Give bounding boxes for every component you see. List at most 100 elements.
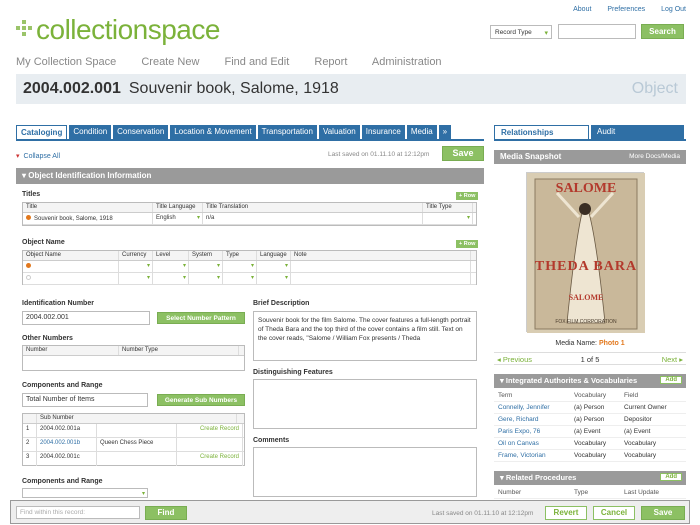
procedures-header[interactable]: ▾ Related Procedures Add — [494, 471, 686, 485]
vocabulary-value: (a) Person — [574, 416, 605, 423]
save-button[interactable]: Save — [442, 146, 484, 161]
tab-transportation[interactable]: Transportation — [257, 125, 317, 140]
bottom-last-saved-text: Last saved on 01.11.10 at 12:12pm — [432, 510, 534, 517]
bottom-save-button[interactable]: Save — [641, 506, 685, 520]
radio-icon[interactable] — [26, 275, 31, 280]
authorities-add-button[interactable]: Add — [660, 376, 682, 384]
find-button[interactable]: Find — [145, 506, 187, 520]
row-index: 3 — [23, 452, 37, 466]
tab-condition[interactable]: Condition — [69, 125, 112, 140]
cancel-button[interactable]: Cancel — [593, 506, 635, 520]
table-row[interactable]: ▾ ▾ ▾ ▾ ▾ — [23, 261, 476, 273]
titles-table: Title Title Language Title Translation T… — [22, 202, 477, 226]
tab-valuation[interactable]: Valuation — [318, 125, 360, 140]
total-items-label: Total Number of Items — [26, 396, 95, 403]
col-vocabulary: Vocabulary — [574, 392, 607, 399]
term-link[interactable]: Oil on Canvas — [494, 440, 570, 447]
col-level: Level — [153, 251, 189, 260]
row-index: 1 — [23, 424, 37, 437]
search-input[interactable] — [558, 24, 636, 39]
brief-description-textarea[interactable]: Souvenir book for the film Salome. The c… — [253, 311, 477, 361]
record-title-bar: 2004.002.001 Souvenir book, Salome, 1918 … — [16, 74, 686, 104]
term-link[interactable]: Gere, Richard — [494, 416, 570, 423]
table-row: 2 2004.002.001b Queen Chess Piece — [23, 438, 244, 452]
nav-create-new[interactable]: Create New — [141, 56, 199, 68]
nav-find-and-edit[interactable]: Find and Edit — [224, 56, 289, 68]
nav-my-collection-space[interactable]: My Collection Space — [16, 56, 116, 68]
components-range-select[interactable]: ▾ — [22, 488, 148, 498]
tab-cataloging[interactable]: Cataloging — [16, 125, 68, 140]
more-docs-media-link[interactable]: More Docs/Media — [629, 153, 680, 160]
object-name-add-row-button[interactable]: + Row — [456, 240, 479, 248]
table-row[interactable]: ▾ ▾ ▾ ▾ ▾ — [23, 273, 476, 285]
term-link[interactable]: Frame, Victorian — [494, 452, 570, 459]
distinguishing-features-label: Distinguishing Features — [253, 369, 333, 376]
col-object-name: Object Name — [23, 251, 119, 260]
tab-insurance[interactable]: Insurance — [361, 125, 405, 140]
table-row: Souvenir book, Salome, 1918 English ▾ n/a… — [23, 213, 476, 225]
record-type-select[interactable]: Record Type ▾ — [490, 25, 552, 39]
title-translation-cell[interactable]: n/a — [203, 213, 423, 224]
select-number-pattern-button[interactable]: Select Number Pattern — [157, 312, 245, 324]
chevron-down-icon: ▾ — [141, 491, 145, 497]
tab-location-movement[interactable]: Location & Movement — [170, 125, 256, 140]
vocabulary-value: (a) Event — [574, 428, 601, 435]
col-last-update: Last Update — [624, 489, 660, 496]
next-button[interactable]: Next ▸ — [662, 355, 683, 364]
procedures-table: Number Type Last Update — [494, 487, 686, 499]
authorities-title: Integrated Authorites & Vocabularies — [505, 376, 638, 385]
tab-conservation[interactable]: Conservation — [113, 125, 169, 140]
section-header[interactable]: ▾ Object Identification Information — [16, 168, 484, 184]
titles-add-row-button[interactable]: + Row — [456, 192, 479, 200]
create-record-link[interactable]: Create Record — [177, 424, 243, 437]
collapse-all[interactable]: ▾ Collapse All — [16, 152, 60, 160]
revert-button[interactable]: Revert — [545, 506, 587, 520]
col-number: Number — [23, 346, 119, 355]
nav-administration[interactable]: Administration — [372, 56, 442, 68]
table-row: Oil on Canvas Vocabulary Vocabulary — [494, 438, 686, 450]
record-id: 2004.002.001 — [23, 80, 121, 97]
total-items-field[interactable]: Total Number of Items — [22, 393, 148, 407]
title-value: Souvenir book, Salome, 1918 — [34, 216, 113, 222]
title-cell[interactable]: Souvenir book, Salome, 1918 — [23, 213, 153, 224]
sub-number-link[interactable]: 2004.002.001b — [37, 438, 97, 451]
tab-media[interactable]: Media — [406, 125, 437, 140]
identification-number-input[interactable]: 2004.002.001 — [22, 311, 150, 325]
col-title-type: Title Type — [423, 203, 473, 212]
components-range-label-2: Components and Range — [22, 478, 103, 485]
object-name-table: Object Name Currency Level System Type L… — [22, 250, 477, 285]
logo: collectionspace — [16, 14, 220, 46]
media-name-value: Photo 1 — [598, 340, 625, 347]
generate-sub-numbers-button[interactable]: Generate Sub Numbers — [157, 394, 245, 406]
logout-link[interactable]: Log Out — [661, 6, 686, 13]
authorities-header[interactable]: ▾ Integrated Authorites & Vocabularies Ad… — [494, 374, 686, 388]
triangle-down-icon: ▾ — [16, 153, 20, 160]
search-button[interactable]: Search — [641, 24, 684, 39]
media-image[interactable]: SALOME THEDA BARA SALOME FOX FILM CORPOR… — [526, 172, 645, 333]
find-within-record-input[interactable]: Find within this record: — [16, 506, 140, 519]
poster-text-top: SALOME — [555, 181, 617, 196]
tab-audit[interactable]: Audit — [591, 125, 684, 140]
preferences-link[interactable]: Preferences — [607, 6, 645, 13]
col-term: Term — [498, 392, 513, 399]
find-placeholder: Find within this record: — [20, 509, 86, 516]
authorities-table: Term Vocabulary Field Connelly, Jennifer… — [494, 390, 686, 462]
col-note: Note — [291, 251, 471, 260]
procedures-add-button[interactable]: Add — [660, 473, 682, 481]
create-record-link[interactable]: Create Record — [177, 452, 243, 466]
col-language: Language — [257, 251, 291, 260]
nav-report[interactable]: Report — [314, 56, 347, 68]
tab-relationships[interactable]: Relationships — [494, 125, 589, 140]
tab-more[interactable]: » — [438, 125, 452, 140]
term-link[interactable]: Connelly, Jennifer — [494, 404, 570, 411]
title-type-select[interactable]: ▾ — [423, 213, 473, 224]
distinguishing-features-textarea[interactable] — [253, 379, 477, 429]
field-value: Vocabulary — [624, 440, 657, 447]
field-value: Current Owner — [624, 404, 667, 411]
row-index: 2 — [23, 438, 37, 451]
components-range-label: Components and Range — [22, 382, 103, 389]
comments-textarea[interactable] — [253, 447, 477, 497]
about-link[interactable]: About — [573, 6, 591, 13]
title-language-select[interactable]: English ▾ — [153, 213, 203, 224]
term-link[interactable]: Paris Expo, 76 — [494, 428, 570, 435]
